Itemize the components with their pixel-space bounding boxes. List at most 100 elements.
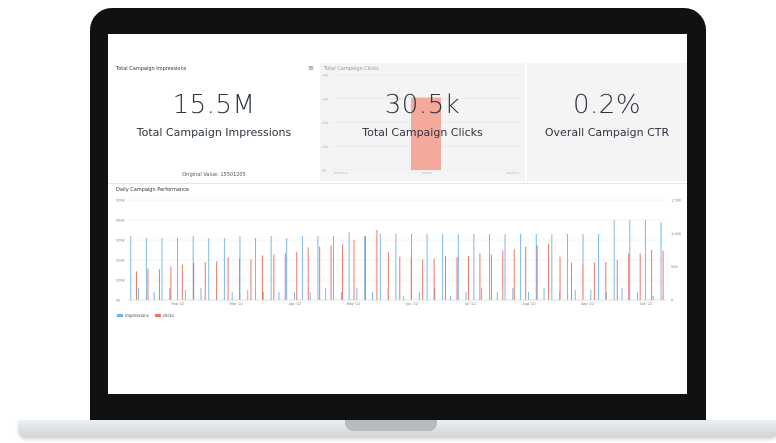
mini-y-tick: 20k [322,121,329,125]
impressions-bar [270,236,272,300]
clicks-bar [136,271,138,300]
impressions-bar [566,234,568,300]
clicks-bar [513,249,515,300]
clicks-bar [307,247,309,300]
panel-title: Total Campaign Impressions [116,66,187,72]
kpi-value: 0.2% [572,90,642,120]
clicks-legend-swatch[interactable] [154,314,161,317]
impressions-bar [255,238,256,300]
impressions-bar [278,292,280,300]
impressions-bar [598,234,600,300]
impressions-bar [590,290,592,300]
clicks-bar [502,250,504,300]
impressions-bar [161,238,163,300]
impressions-bar [473,234,475,300]
impressions-bar [574,290,576,300]
clicks-bar [570,262,572,300]
impressions-bar [442,234,444,300]
impressions-bar [457,234,459,300]
impressions-bar [535,234,537,300]
impressions-bar [340,292,342,300]
x-tick: May '22 [347,302,361,306]
clicks-bar [479,253,481,300]
kpi-label: Total Campaign Impressions [136,126,292,139]
x-tick: Feb '22 [172,302,185,306]
kpi-label: Overall Campaign CTR [544,126,670,139]
menu-icon[interactable]: ≡ [308,64,314,72]
impressions-bar [395,234,397,300]
mini-x-tick: 30.475 [422,171,433,175]
impressions-bar [481,288,483,300]
impressions-kpi-panel: Total Campaign Impressions ≡ 15.5M Total… [108,63,320,181]
y-left-tick: 200k [116,259,126,263]
clicks-bar [158,269,160,300]
clicks-bar [651,250,653,300]
original-value: Original Value: 15501205 [182,172,246,178]
x-tick: Sep '22 [581,302,594,306]
impressions-bar [418,292,420,300]
clicks-bar [422,259,424,300]
clicks-bar [239,258,241,300]
clicks-mini-chart: 40k30k20k10k0k30.475 1 30.475 30.475 1 [322,74,520,175]
impressions-bar [208,238,210,300]
clicks-bar [319,246,321,300]
clicks-bar [490,254,492,300]
impressions-bar [309,292,311,300]
mini-x-tick: 30.475 1 [506,171,519,175]
y-right-tick: 1,000 [671,232,681,236]
clicks-bar [536,245,538,300]
clicks-bar [616,260,618,300]
clicks-bar [628,253,630,300]
clicks-bar [548,244,550,300]
impressions-bar [403,296,405,300]
clicks-bar [456,257,458,300]
impressions-legend-swatch[interactable] [117,314,123,317]
impressions-bar [551,234,553,300]
mini-y-tick: 0k [322,169,327,173]
chart-legend: impressions clicks [117,313,180,318]
impressions-bar [333,236,334,300]
legend-label[interactable]: clicks [163,313,174,318]
impressions-bar [426,234,428,300]
x-tick: Jun '22 [405,302,418,306]
impressions-bar [512,288,514,300]
clicks-bar [170,266,172,300]
clicks-bar [342,244,344,300]
impressions-bar [286,238,288,300]
impressions-bar [356,288,358,300]
impressions-bar [379,234,381,300]
clicks-bar [147,268,149,300]
clicks-bar [330,245,332,300]
legend-label[interactable]: impressions [125,313,149,318]
impressions-bar [247,290,249,300]
y-left-tick: 0k [116,299,121,303]
impressions-bar [262,292,264,300]
laptop-notch [345,420,437,431]
panel-title: Total Campaign Clicks [324,66,379,72]
impressions-bar [637,292,639,300]
impressions-bar [613,220,615,300]
x-tick: Jul '22 [464,302,476,306]
clicks-bar [364,236,366,300]
clicks-bar [410,257,412,300]
clicks-bar [204,262,206,300]
impressions-bar [372,292,373,300]
x-tick: Aug '22 [522,302,535,306]
clicks-bar [261,255,263,300]
impressions-bar [652,296,654,300]
clicks-bar [353,240,355,300]
impressions-bar [223,238,225,300]
clicks-bar [284,253,286,300]
y-left-tick: 300k [116,239,126,243]
clicks-bar [376,230,378,300]
impressions-bar [504,234,506,300]
impressions-bar [660,222,662,300]
impressions-bar [317,236,319,300]
impressions-bar [231,292,233,300]
daily-performance-chart: 500k 400k 300k 200k 100k 0k 1,500 1,000 500 0 Feb … [116,199,681,307]
y-left-tick: 400k [116,219,126,223]
clicks-bar [227,257,229,300]
kpi-value: 15.5M [172,90,256,120]
impressions-bar [138,288,140,300]
impressions-bar [527,292,529,300]
